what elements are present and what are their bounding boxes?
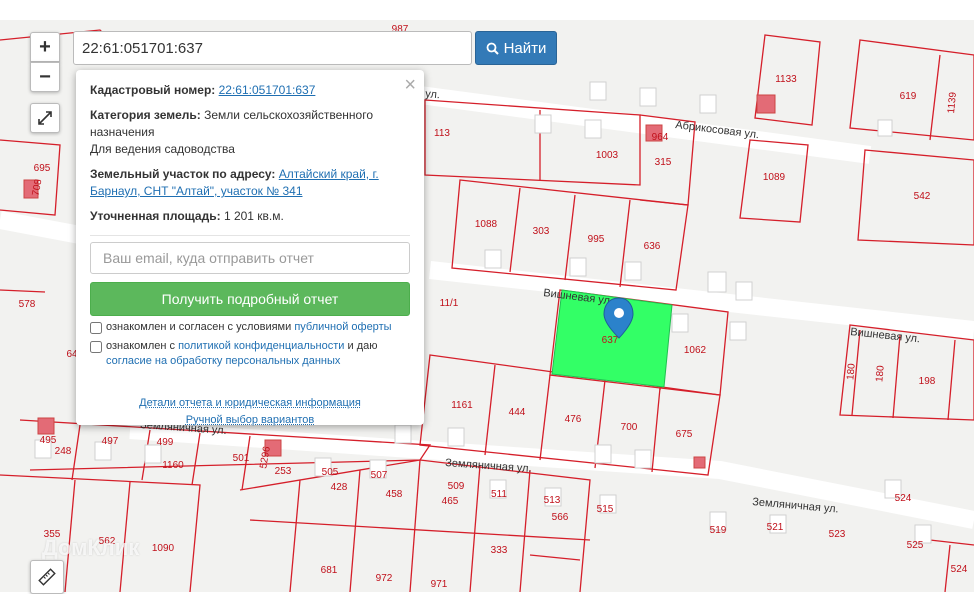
svg-text:1160: 1160 bbox=[162, 460, 184, 471]
svg-text:1139: 1139 bbox=[946, 91, 959, 114]
svg-text:636: 636 bbox=[644, 241, 661, 252]
svg-text:523: 523 bbox=[829, 529, 846, 540]
privacy-consent-text: ознакомлен с политикой конфиденциальност… bbox=[106, 340, 378, 367]
svg-text:695: 695 bbox=[34, 163, 51, 174]
offer-checkbox[interactable] bbox=[90, 322, 102, 334]
privacy-checkbox[interactable] bbox=[90, 341, 102, 353]
svg-text:495: 495 bbox=[40, 435, 57, 446]
details-link[interactable]: Детали отчета и юридическая информация bbox=[90, 395, 410, 412]
svg-text:253: 253 bbox=[275, 466, 292, 477]
close-icon[interactable]: × bbox=[404, 74, 416, 97]
svg-text:248: 248 bbox=[55, 446, 72, 457]
svg-text:519: 519 bbox=[710, 525, 727, 536]
svg-text:521: 521 bbox=[767, 522, 784, 533]
svg-text:566: 566 bbox=[552, 512, 569, 523]
svg-text:198: 198 bbox=[919, 376, 936, 387]
svg-text:11/1: 11/1 bbox=[440, 298, 459, 309]
divider bbox=[90, 235, 410, 236]
svg-text:428: 428 bbox=[331, 482, 348, 493]
ruler-icon bbox=[38, 568, 56, 586]
svg-text:444: 444 bbox=[509, 407, 526, 418]
offer-consent-text: ознакомлен и согласен с условиями публич… bbox=[106, 321, 392, 333]
svg-text:637: 637 bbox=[602, 335, 619, 346]
svg-text:578: 578 bbox=[19, 299, 36, 310]
manual-select-link[interactable]: Ручной выбор вариантов bbox=[90, 412, 410, 429]
search-icon bbox=[486, 42, 499, 55]
svg-text:499: 499 bbox=[157, 437, 174, 448]
zoom-in-button[interactable]: + bbox=[30, 32, 60, 62]
watermark-logo: ДомКлик bbox=[42, 535, 140, 560]
expand-icon bbox=[38, 111, 52, 125]
svg-text:315: 315 bbox=[655, 157, 672, 168]
personal-data-link[interactable]: согласие на обработку персональных данны… bbox=[106, 355, 340, 367]
address-label: Земельный участок по адресу: bbox=[90, 167, 276, 181]
cadastral-link[interactable]: 22:61:051701:637 bbox=[219, 83, 316, 97]
area-value: 1 201 кв.м. bbox=[223, 209, 284, 223]
svg-text:515: 515 bbox=[597, 504, 614, 515]
svg-text:700: 700 bbox=[621, 422, 638, 433]
street-label: ул. bbox=[425, 88, 441, 101]
svg-text:497: 497 bbox=[102, 436, 119, 447]
address-row: Земельный участок по адресу: Алтайский к… bbox=[90, 166, 410, 200]
category-row: Категория земель: Земли сельскохозяйстве… bbox=[90, 107, 410, 158]
fullscreen-button[interactable] bbox=[30, 103, 60, 133]
svg-text:971: 971 bbox=[431, 579, 448, 590]
search-button-label: Найти bbox=[503, 39, 547, 57]
area-row: Уточненная площадь: 1 201 кв.м. bbox=[90, 208, 410, 225]
svg-text:509: 509 bbox=[448, 481, 465, 492]
category-label: Категория земель: bbox=[90, 108, 201, 122]
svg-text:542: 542 bbox=[914, 191, 931, 202]
cadastral-label: Кадастровый номер: bbox=[90, 83, 216, 97]
svg-text:1062: 1062 bbox=[684, 345, 707, 356]
public-offer-link[interactable]: публичной оферты bbox=[294, 321, 391, 333]
svg-text:476: 476 bbox=[565, 414, 582, 425]
svg-text:505: 505 bbox=[322, 467, 339, 478]
svg-text:513: 513 bbox=[544, 495, 561, 506]
get-report-button[interactable]: Получить подробный отчет bbox=[90, 282, 410, 316]
svg-text:333: 333 bbox=[491, 545, 508, 556]
svg-text:501: 501 bbox=[233, 453, 250, 464]
svg-text:1090: 1090 bbox=[152, 543, 175, 554]
svg-text:180: 180 bbox=[845, 363, 857, 381]
zoom-out-button[interactable]: − bbox=[30, 62, 60, 92]
search-input[interactable] bbox=[73, 31, 472, 65]
offer-consent: ознакомлен и согласен с условиями публич… bbox=[90, 320, 410, 335]
svg-text:1133: 1133 bbox=[775, 74, 797, 85]
svg-text:524: 524 bbox=[951, 564, 968, 575]
svg-text:964: 964 bbox=[652, 132, 669, 143]
svg-text:458: 458 bbox=[386, 489, 403, 500]
email-field[interactable] bbox=[90, 242, 410, 274]
svg-text:180: 180 bbox=[874, 365, 886, 383]
svg-text:1089: 1089 bbox=[763, 172, 786, 183]
svg-text:507: 507 bbox=[371, 470, 388, 481]
svg-text:524: 524 bbox=[895, 493, 912, 504]
svg-text:1088: 1088 bbox=[475, 219, 498, 230]
privacy-consent: ознакомлен с политикой конфиденциальност… bbox=[90, 339, 410, 369]
svg-text:675: 675 bbox=[676, 429, 693, 440]
cadastral-row: Кадастровый номер: 22:61:051701:637 bbox=[90, 82, 410, 99]
area-label: Уточненная площадь: bbox=[90, 209, 221, 223]
svg-text:1161: 1161 bbox=[451, 400, 473, 411]
search-button[interactable]: Найти bbox=[475, 31, 557, 65]
popup-links: Детали отчета и юридическая информация Р… bbox=[90, 395, 410, 429]
parcel-info-popup: × Кадастровый номер: 22:61:051701:637 Ка… bbox=[76, 70, 424, 426]
privacy-policy-link[interactable]: политикой конфиденциальности bbox=[178, 340, 344, 352]
svg-text:995: 995 bbox=[588, 234, 605, 245]
svg-text:972: 972 bbox=[376, 573, 393, 584]
usage-value: Для ведения садоводства bbox=[90, 142, 235, 156]
svg-text:465: 465 bbox=[442, 496, 459, 507]
svg-text:681: 681 bbox=[321, 565, 338, 576]
svg-text:619: 619 bbox=[900, 91, 917, 102]
svg-text:511: 511 bbox=[491, 489, 507, 500]
ruler-button[interactable] bbox=[30, 560, 64, 594]
svg-text:113: 113 bbox=[434, 128, 450, 139]
svg-text:525: 525 bbox=[907, 540, 924, 551]
svg-text:303: 303 bbox=[533, 226, 550, 237]
svg-text:1003: 1003 bbox=[596, 150, 619, 161]
